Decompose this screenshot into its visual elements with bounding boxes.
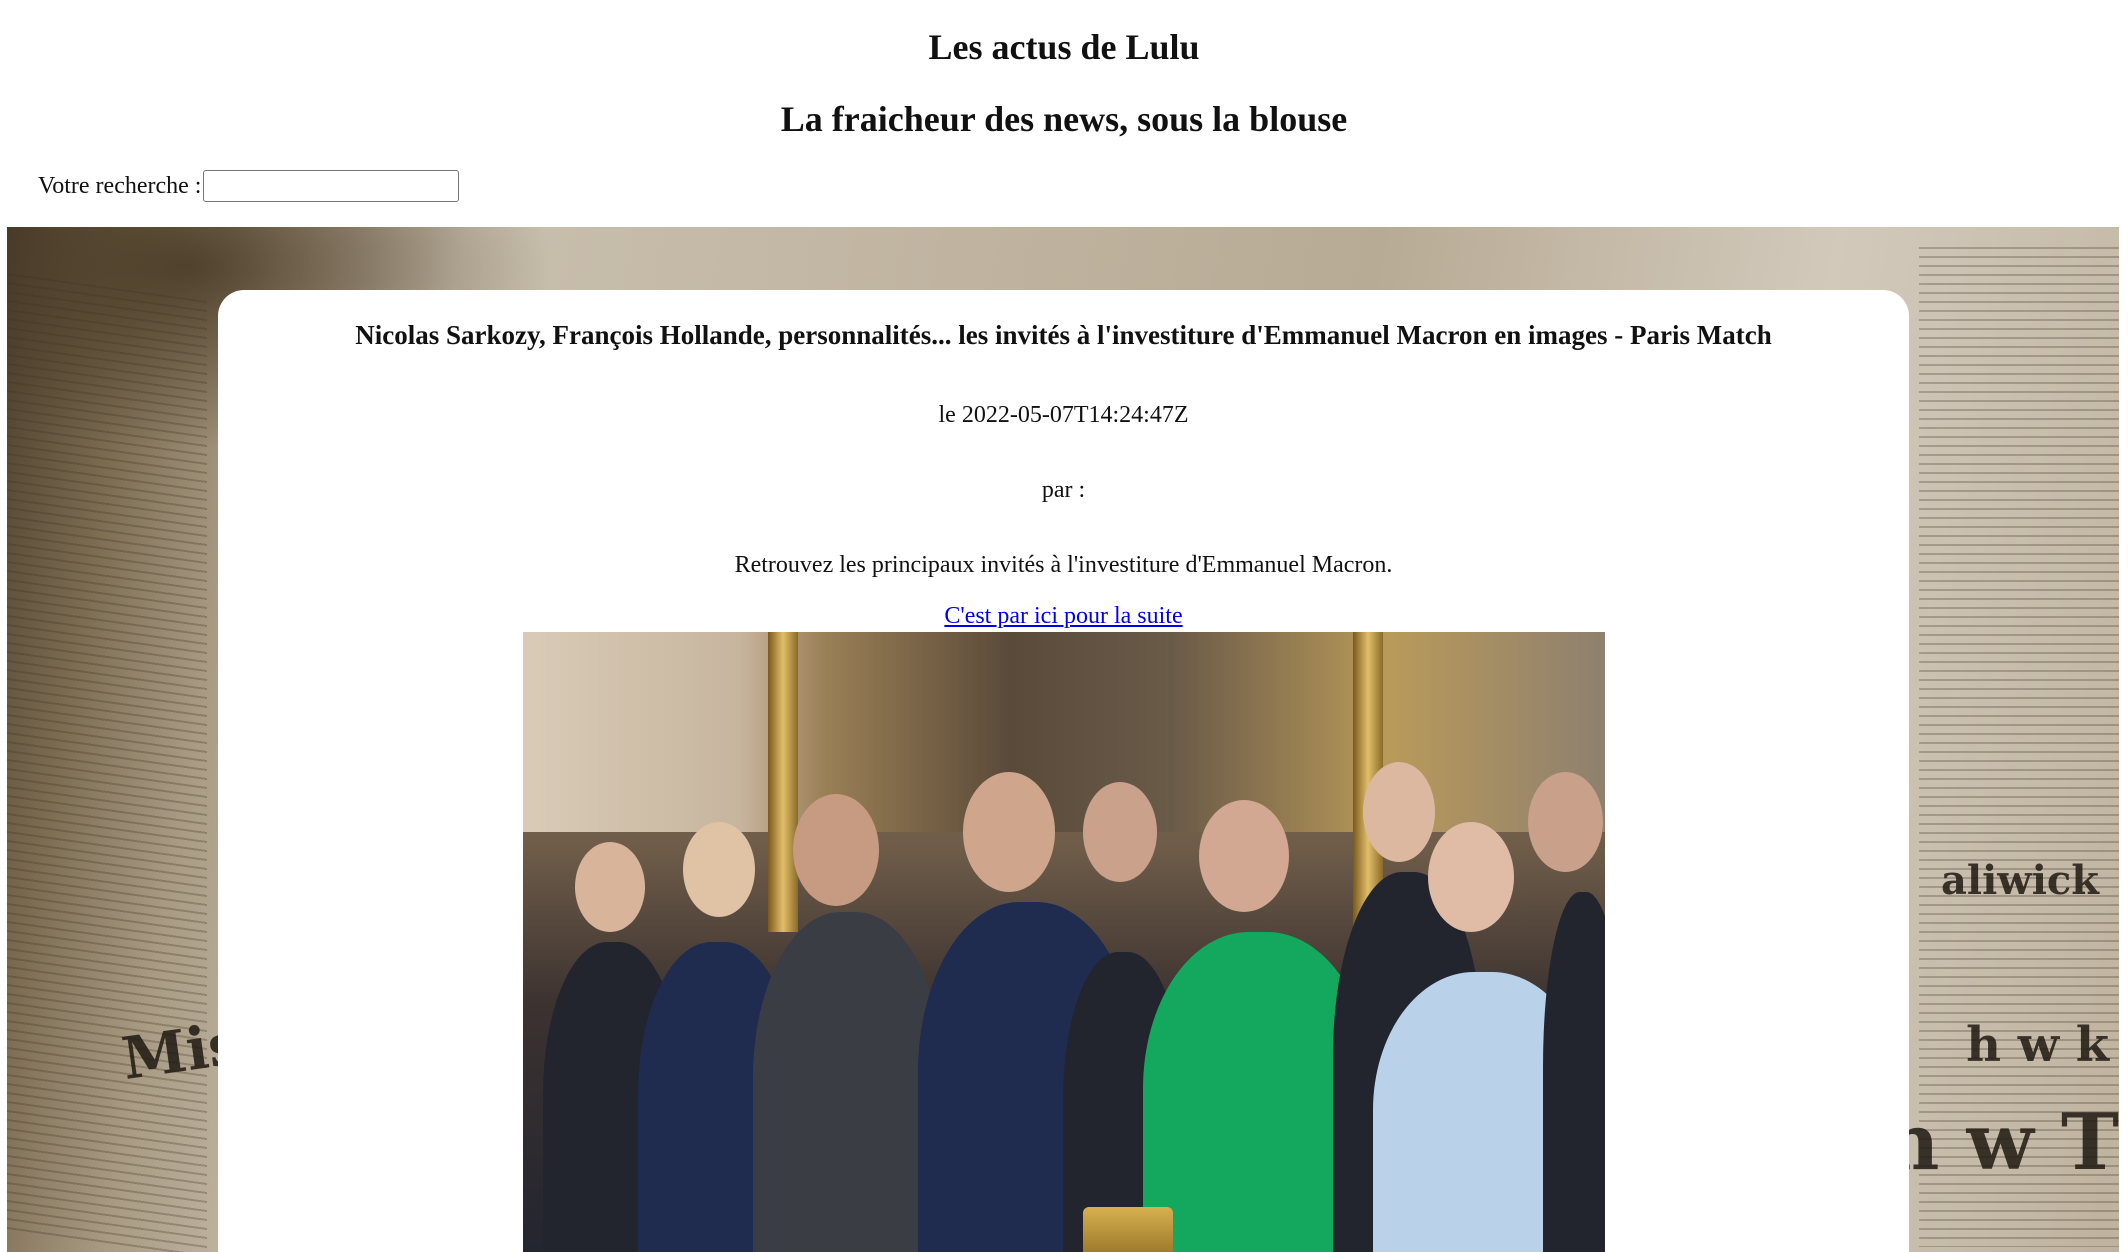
newspaper-fragment-right-2: h w k [1966,1017,2109,1073]
newspaper-background: Mis aliwick h w k ch w T Nicolas Sarkozy… [7,227,2119,1252]
search-form: Votre recherche : [38,170,460,202]
site-title: Les actus de Lulu [928,27,1200,67]
newspaper-column-left [7,272,207,1252]
article-card: Nicolas Sarkozy, François Hollande, pers… [218,290,1909,1252]
article-description: Retrouvez les principaux invités à l'inv… [734,552,1393,578]
article-link-wrap: C'est par ici pour la suite [218,603,1909,630]
photo-person-head [963,772,1055,892]
article-author: par : [1041,477,1086,503]
photo-person-head [793,794,879,906]
article-title: Nicolas Sarkozy, François Hollande, pers… [355,320,1772,350]
photo-stanchion [1083,1207,1173,1252]
read-more-link[interactable]: C'est par ici pour la suite [944,603,1182,629]
article-photo [523,632,1605,1252]
photo-person-head [683,822,755,917]
search-label: Votre recherche : [38,172,202,199]
photo-person-head [1428,822,1514,932]
photo-person-head [1199,800,1289,912]
newspaper-fragment-right-1: aliwick [1940,857,2099,904]
article-date: le 2022-05-07T14:24:47Z [938,402,1189,428]
photo-wall [523,632,1605,832]
site-subtitle: La fraicheur des news, sous la blouse [780,99,1348,139]
photo-person-head [1363,762,1435,862]
photo-person [753,912,943,1252]
photo-person-head [1083,782,1157,882]
photo-person-head [575,842,645,932]
photo-gold-frame [768,632,798,932]
photo-person [1543,892,1605,1252]
photo-person-head [1528,772,1603,872]
search-input[interactable] [203,170,460,202]
